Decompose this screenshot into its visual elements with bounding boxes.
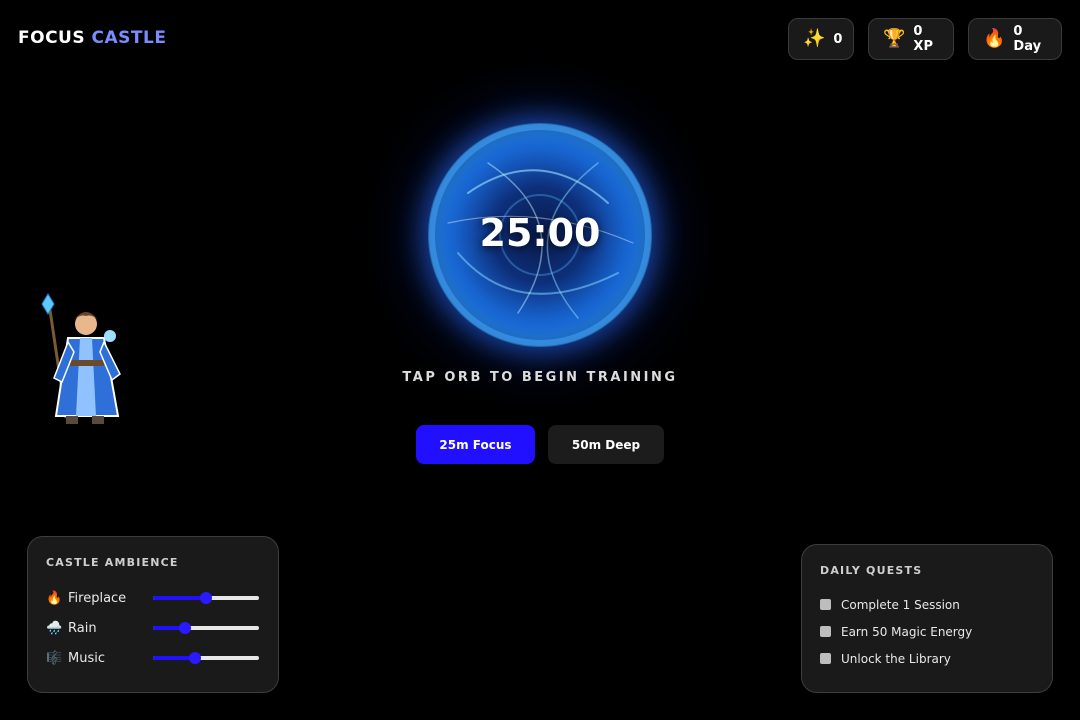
rain-label-group: 🌧️ Rain — [46, 621, 153, 636]
slider-thumb[interactable] — [200, 592, 212, 604]
fireplace-label-group: 🔥 Fireplace — [46, 591, 153, 606]
stats-bar: ✨ 0 🏆 0 XP 🔥 0 Day — [788, 18, 1062, 60]
fire-icon: 🔥 — [983, 28, 1006, 49]
music-label: Music — [68, 650, 105, 666]
quest-item: Unlock the Library — [820, 645, 1034, 672]
xp-stat: 🏆 0 XP — [868, 18, 954, 60]
ambience-title: CASTLE AMBIENCE — [46, 556, 179, 569]
ambience-row-fireplace: 🔥 Fireplace — [46, 583, 260, 613]
quest-label: Earn 50 Magic Energy — [841, 624, 973, 639]
streak-value: 0 Day — [1013, 24, 1042, 54]
start-hint: TAP ORB TO BEGIN TRAINING — [402, 370, 678, 385]
energy-stat: ✨ 0 — [788, 18, 854, 60]
sparkles-icon: ✨ — [803, 28, 826, 49]
rain-label: Rain — [68, 620, 97, 636]
orb-graphic[interactable]: 25:00 — [428, 123, 652, 347]
quest-checkbox[interactable] — [820, 626, 831, 637]
brand-word-castle: CASTLE — [91, 28, 167, 48]
quest-item: Earn 50 Magic Energy — [820, 618, 1034, 645]
xp-value: 0 XP — [913, 24, 933, 54]
quest-checkbox[interactable] — [820, 599, 831, 610]
fireplace-label: Fireplace — [68, 590, 127, 606]
quest-item: Complete 1 Session — [820, 591, 1034, 618]
music-volume-slider[interactable] — [153, 651, 259, 665]
fireplace-volume-slider[interactable] — [153, 591, 259, 605]
trophy-icon: 🏆 — [883, 28, 906, 49]
wizard-avatar — [41, 293, 121, 424]
deep-50-button[interactable]: 50m Deep — [548, 425, 664, 464]
ambience-row-rain: 🌧️ Rain — [46, 613, 260, 643]
castle-ambience-panel: CASTLE AMBIENCE 🔥 Fireplace 🌧️ Rain 🎼 Mu… — [27, 536, 279, 693]
streak-stat: 🔥 0 Day — [968, 18, 1062, 60]
daily-quests-panel: DAILY QUESTS Complete 1 Session Earn 50 … — [801, 544, 1053, 693]
fire-icon: 🔥 — [46, 590, 63, 606]
focus-25-button[interactable]: 25m Focus — [416, 425, 535, 464]
brand-logo: FOCUS CASTLE — [18, 28, 166, 48]
rain-cloud-icon: 🌧️ — [46, 620, 63, 636]
focus-orb[interactable]: 25:00 — [428, 123, 652, 347]
music-label-group: 🎼 Music — [46, 651, 153, 666]
rain-volume-slider[interactable] — [153, 621, 259, 635]
slider-fill — [153, 596, 206, 600]
brand-word-focus: FOCUS — [18, 28, 86, 48]
slider-thumb[interactable] — [189, 652, 202, 664]
slider-thumb[interactable] — [178, 622, 191, 634]
quest-label: Unlock the Library — [841, 651, 951, 666]
quest-checkbox[interactable] — [820, 653, 831, 664]
quest-label: Complete 1 Session — [841, 597, 960, 612]
ambience-row-music: 🎼 Music — [46, 643, 260, 673]
energy-value: 0 — [833, 31, 843, 47]
music-notes-icon: 🎼 — [46, 650, 63, 666]
quests-title: DAILY QUESTS — [820, 564, 923, 577]
app-screen: FOCUS CASTLE ✨ 0 🏆 0 XP 🔥 0 Day 25:00 TA… — [0, 0, 1080, 720]
timer-display: 25:00 — [479, 211, 601, 255]
